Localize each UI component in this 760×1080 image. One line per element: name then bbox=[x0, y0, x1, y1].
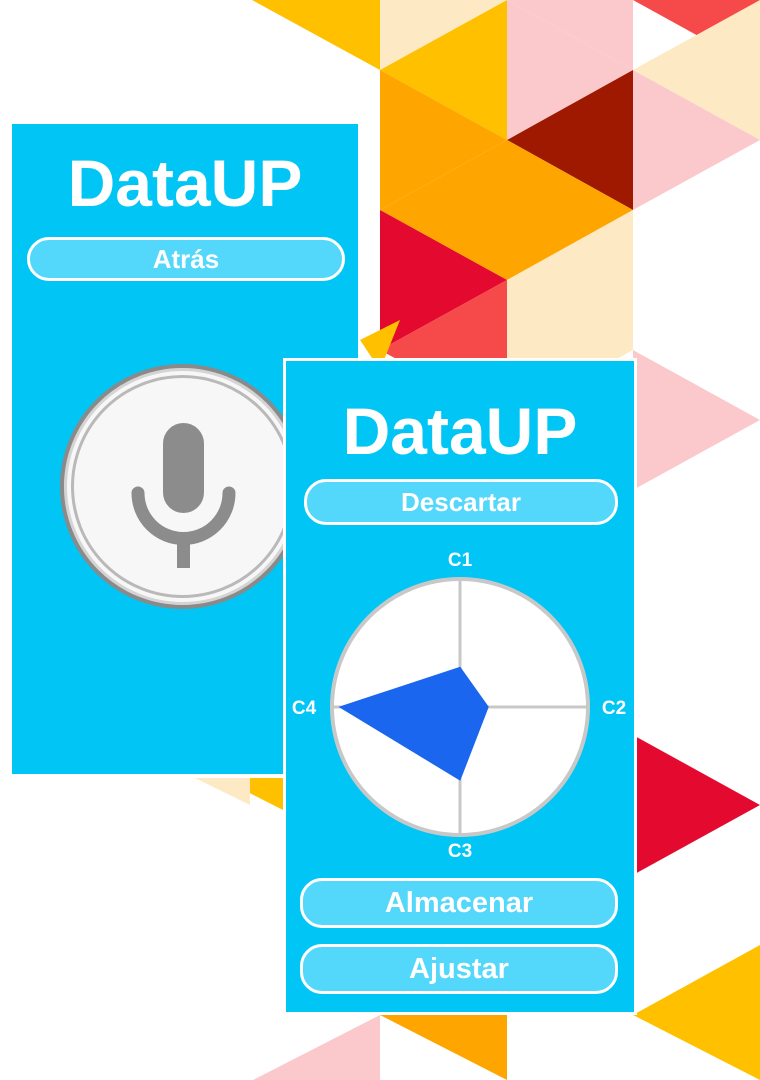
back-button[interactable]: Atrás bbox=[27, 237, 345, 281]
microphone-icon bbox=[131, 423, 236, 568]
radar-chart: C1 C2 C3 C4 bbox=[292, 550, 626, 861]
store-button[interactable]: Almacenar bbox=[300, 878, 618, 928]
radar-axis-label-c2: C2 bbox=[602, 698, 626, 719]
app-title: DataUP bbox=[67, 146, 303, 220]
radar-result-screen: DataUP Descartar C1 C2 C3 C4 Almacenar A… bbox=[283, 358, 637, 1015]
microphone-button[interactable] bbox=[60, 364, 305, 609]
radar-axis-label-c4: C4 bbox=[292, 698, 317, 719]
discard-button[interactable]: Descartar bbox=[304, 479, 618, 525]
app-title: DataUP bbox=[342, 394, 578, 468]
adjust-button[interactable]: Ajustar bbox=[300, 944, 618, 994]
radar-axis-label-c3: C3 bbox=[448, 841, 472, 861]
radar-axis-label-c1: C1 bbox=[448, 550, 473, 571]
